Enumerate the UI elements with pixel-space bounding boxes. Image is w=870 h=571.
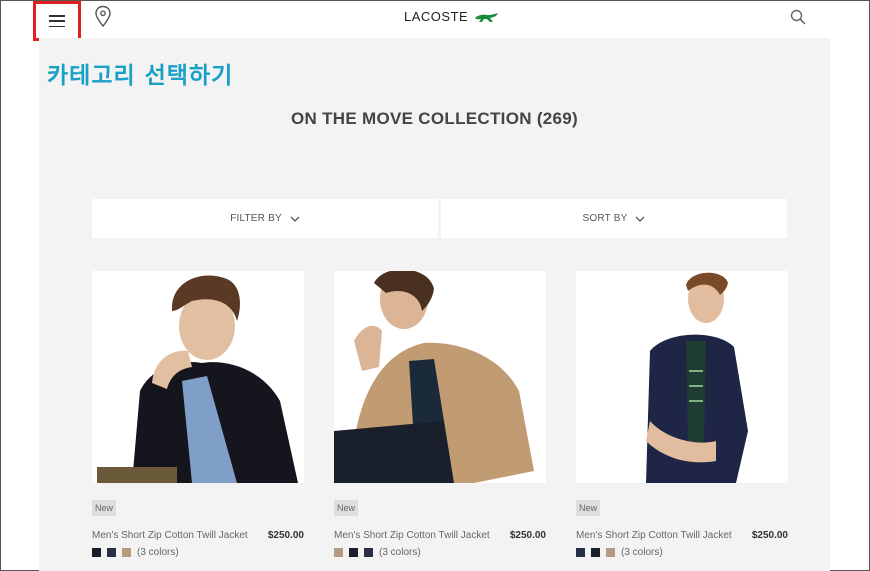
color-swatch[interactable]	[606, 548, 615, 557]
filter-by-label: FILTER BY	[230, 213, 282, 224]
color-swatch[interactable]	[364, 548, 373, 557]
color-swatch[interactable]	[591, 548, 600, 557]
brand-logo[interactable]: LACOSTE	[404, 9, 500, 24]
product-card[interactable]: New Men's Short Zip Cotton Twill Jacket …	[92, 271, 304, 558]
color-swatch[interactable]	[334, 548, 343, 557]
hamburger-menu-button[interactable]	[33, 1, 81, 41]
new-badge: New	[576, 500, 601, 516]
product-image[interactable]	[92, 271, 304, 483]
colors-count: (3 colors)	[137, 547, 179, 558]
colors-count: (3 colors)	[621, 547, 663, 558]
location-pin-icon[interactable]	[94, 5, 112, 29]
color-swatch[interactable]	[122, 548, 131, 557]
product-price: $250.00	[267, 530, 304, 541]
sort-by-button[interactable]: SORT BY	[441, 199, 787, 238]
product-image[interactable]	[576, 271, 788, 483]
product-name[interactable]: Men's Short Zip Cotton Twill Jacket	[334, 530, 490, 541]
color-swatch[interactable]	[349, 548, 358, 557]
new-badge: New	[92, 500, 117, 516]
chevron-down-icon	[636, 216, 645, 222]
hamburger-menu-icon	[49, 15, 65, 27]
product-name[interactable]: Men's Short Zip Cotton Twill Jacket	[92, 530, 248, 541]
filter-sort-bar: FILTER BY SORT BY	[92, 199, 787, 238]
color-swatch[interactable]	[107, 548, 116, 557]
product-grid: New Men's Short Zip Cotton Twill Jacket …	[92, 271, 788, 558]
crocodile-logo-icon	[475, 12, 499, 22]
collection-title: ON THE MOVE COLLECTION (269)	[290, 109, 579, 128]
chevron-down-icon	[290, 216, 300, 222]
colors-count: (3 colors)	[379, 547, 421, 558]
search-icon[interactable]	[790, 9, 806, 25]
sort-by-label: SORT BY	[582, 213, 628, 224]
color-swatch[interactable]	[576, 548, 585, 557]
color-options: (3 colors)	[334, 547, 546, 558]
new-badge: New	[334, 500, 359, 516]
product-price: $250.00	[509, 530, 546, 541]
filter-by-button[interactable]: FILTER BY	[92, 199, 438, 238]
product-name[interactable]: Men's Short Zip Cotton Twill Jacket	[576, 530, 732, 541]
product-card[interactable]: New Men's Short Zip Cotton Twill Jacket …	[576, 271, 788, 558]
category-select-annotation: 카테고리 선택하기	[47, 63, 234, 89]
color-options: (3 colors)	[576, 547, 788, 558]
product-price: $250.00	[751, 530, 788, 541]
product-card[interactable]: New Men's Short Zip Cotton Twill Jacket …	[334, 271, 546, 558]
color-swatch[interactable]	[92, 548, 101, 557]
logo-text: LACOSTE	[404, 9, 469, 24]
color-options: (3 colors)	[92, 547, 304, 558]
product-image[interactable]	[334, 271, 546, 483]
sweater-shape	[686, 341, 706, 446]
